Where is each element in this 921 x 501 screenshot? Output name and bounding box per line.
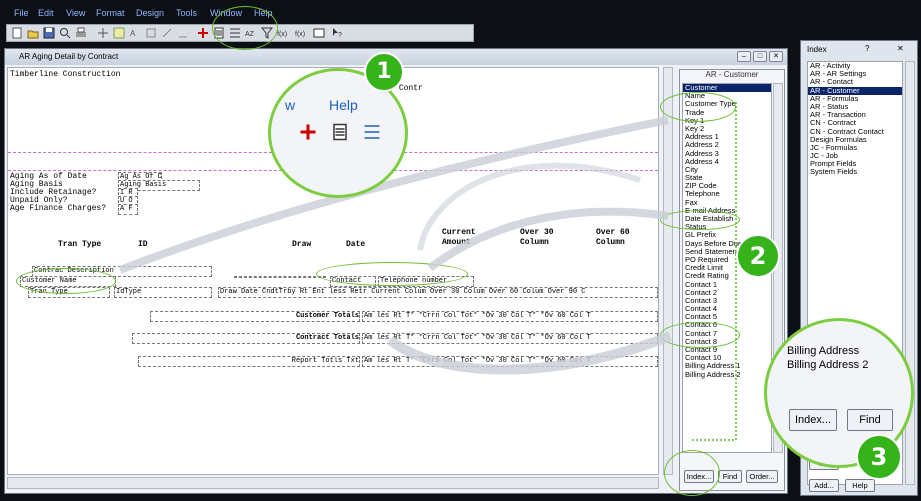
callout-badge-1: 1 bbox=[364, 52, 404, 92]
zoom-billing-address-2: Billing Address 2 bbox=[787, 359, 869, 371]
zoom-menu-help: Help bbox=[329, 97, 358, 113]
zoom-index-button: Index... bbox=[789, 409, 837, 431]
zoom-find-button: Find bbox=[847, 409, 893, 431]
zoom-band-icon bbox=[364, 125, 380, 139]
callout-badge-2: 2 bbox=[736, 234, 780, 278]
zoom-field-list-icon bbox=[333, 123, 347, 141]
callout-badge-3: 3 bbox=[856, 434, 902, 480]
zoom-menu-window: w bbox=[285, 97, 296, 113]
zoom-billing-address: Billing Address bbox=[787, 345, 860, 357]
zoom-insert-field-icon bbox=[300, 124, 316, 140]
